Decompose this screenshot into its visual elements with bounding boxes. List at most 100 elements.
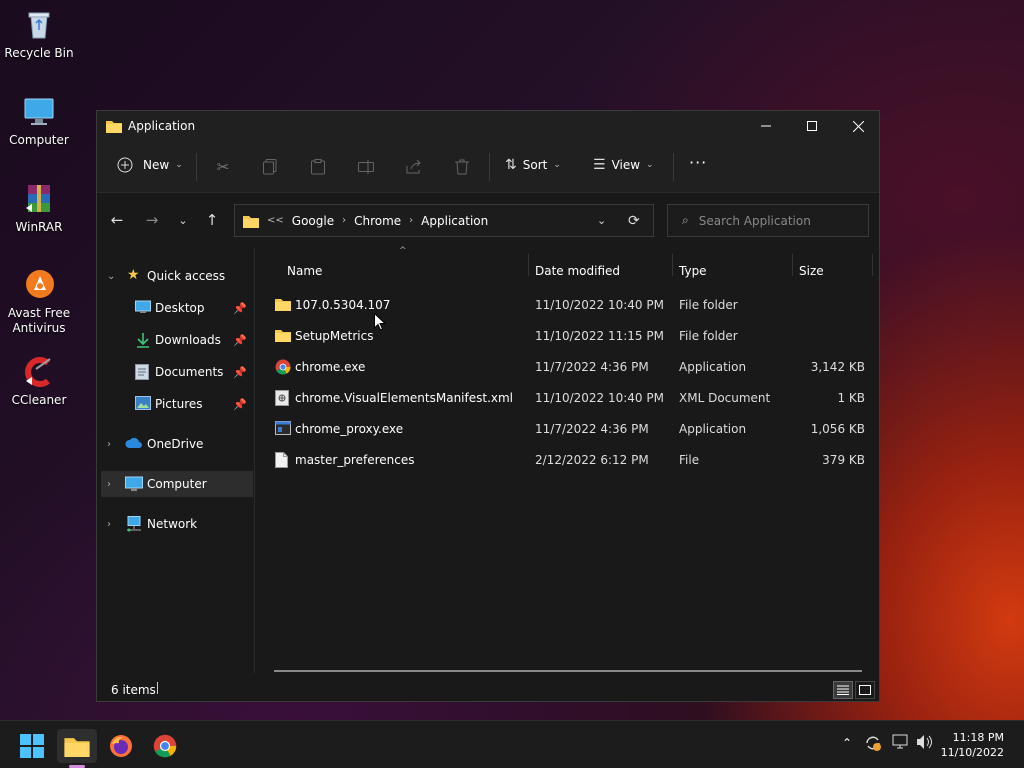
column-separator[interactable] xyxy=(528,254,529,276)
file-row[interactable]: chrome.exe 11/7/2022 4:36 PM Application… xyxy=(269,352,869,382)
file-row[interactable]: chrome.VisualElementsManifest.xml 11/10/… xyxy=(269,383,869,413)
file-name: chrome_proxy.exe xyxy=(295,422,404,436)
horizontal-scrollbar[interactable] xyxy=(274,670,862,672)
chevron-right-icon: › xyxy=(107,518,111,530)
back-button[interactable]: ← xyxy=(107,210,127,230)
sidebar-item-quick-access[interactable]: ⌄ ★ Quick access xyxy=(101,263,253,289)
file-date: 2/12/2022 6:12 PM xyxy=(535,453,649,467)
refresh-button[interactable]: ⟳ xyxy=(628,213,640,229)
column-header-date-modified[interactable]: Date modified xyxy=(535,264,620,278)
title-bar[interactable]: Application xyxy=(97,111,879,141)
pin-icon: 📌 xyxy=(233,397,247,411)
folder-icon xyxy=(275,328,291,344)
avast-icon xyxy=(22,268,56,302)
search-box[interactable]: ⌕ Search Application xyxy=(667,204,869,237)
chevron-right-icon: › xyxy=(409,215,414,226)
file-size: 1 KB xyxy=(837,391,865,405)
file-name: master_preferences xyxy=(295,453,415,467)
firefox-icon xyxy=(110,735,132,757)
minimize-button[interactable] xyxy=(743,111,789,141)
volume-icon[interactable] xyxy=(916,734,934,754)
network-status-icon[interactable] xyxy=(892,734,910,754)
sidebar-item-pictures[interactable]: Pictures 📌 xyxy=(101,391,253,417)
paste-icon[interactable] xyxy=(307,156,329,178)
winrar-icon xyxy=(22,182,56,216)
document-icon xyxy=(135,364,151,380)
update-icon[interactable] xyxy=(864,734,882,756)
sidebar-item-documents[interactable]: Documents 📌 xyxy=(101,359,253,385)
file-type: Application xyxy=(679,360,747,374)
address-history-button[interactable]: ⌄ xyxy=(597,214,606,227)
file-date: 11/10/2022 11:15 PM xyxy=(535,329,664,343)
computer-icon xyxy=(22,95,56,129)
sort-button[interactable]: ⇅ Sort ⌄ xyxy=(505,157,561,173)
arrow-left-icon: ← xyxy=(110,211,124,229)
rename-icon[interactable] xyxy=(355,156,377,178)
up-button[interactable]: ↑ xyxy=(202,210,222,230)
tiles-view-button[interactable] xyxy=(855,681,875,699)
file-row[interactable]: chrome_proxy.exe 11/7/2022 4:36 PM Appli… xyxy=(269,414,869,444)
desktop-icon-winrar[interactable]: WinRAR xyxy=(0,182,78,235)
column-header-type[interactable]: Type xyxy=(679,264,707,278)
column-separator[interactable] xyxy=(872,254,873,276)
taskbar-file-explorer[interactable] xyxy=(57,729,97,768)
column-header-name[interactable]: Name xyxy=(287,264,322,278)
file-date: 11/7/2022 4:36 PM xyxy=(535,360,649,374)
desktop-icon-recycle-bin[interactable]: Recycle Bin xyxy=(0,8,78,61)
toolbar-separator xyxy=(196,153,197,181)
start-button[interactable] xyxy=(12,729,52,763)
forward-button[interactable]: → xyxy=(142,210,162,230)
sync-warning-icon xyxy=(866,736,881,751)
column-header-size[interactable]: Size xyxy=(799,264,824,278)
delete-icon[interactable] xyxy=(451,156,473,178)
details-view-button[interactable] xyxy=(833,681,853,699)
ethernet-icon xyxy=(892,734,908,749)
arrow-up-icon: ↑ xyxy=(205,211,219,229)
taskbar-firefox[interactable] xyxy=(101,729,141,763)
sidebar-item-label: Pictures xyxy=(155,397,203,411)
view-button[interactable]: ☰ View ⌄ xyxy=(593,157,654,173)
share-icon[interactable] xyxy=(403,156,425,178)
recent-locations-button[interactable]: ⌄ xyxy=(173,210,193,230)
desktop-icon-label: Computer xyxy=(9,133,69,147)
file-row[interactable]: SetupMetrics 11/10/2022 11:15 PM File fo… xyxy=(269,321,869,351)
sidebar-item-label: Quick access xyxy=(147,269,226,283)
desktop-icon-ccleaner[interactable]: CCleaner xyxy=(0,355,78,408)
arrow-right-icon: → xyxy=(145,211,159,229)
cut-icon[interactable]: ✂ xyxy=(212,156,234,178)
sidebar-item-computer[interactable]: › Computer xyxy=(101,471,253,497)
plus-circle-icon xyxy=(117,157,133,173)
file-name: chrome.exe xyxy=(295,360,366,374)
taskbar-chrome[interactable] xyxy=(145,729,185,763)
file-type: Application xyxy=(679,422,747,436)
close-button[interactable] xyxy=(835,111,881,141)
breadcrumb-chrome[interactable]: Chrome xyxy=(354,214,401,228)
more-options-button[interactable]: ··· xyxy=(689,153,707,172)
sort-label: Sort xyxy=(522,158,548,172)
maximize-button[interactable] xyxy=(789,111,835,141)
chevron-down-icon: ⌄ xyxy=(107,270,116,282)
copy-icon[interactable] xyxy=(259,156,281,178)
sidebar-item-desktop[interactable]: Desktop 📌 xyxy=(101,295,253,321)
cloud-icon xyxy=(125,437,142,453)
file-row[interactable]: 107.0.5304.107 11/10/2022 10:40 PM File … xyxy=(269,290,869,320)
address-bar[interactable]: << Google › Chrome › Application ⌄ ⟳ xyxy=(234,204,654,237)
column-separator[interactable] xyxy=(792,254,793,276)
new-button[interactable]: New ⌄ xyxy=(117,157,183,173)
show-hidden-icons-button[interactable]: ⌃ xyxy=(842,736,852,750)
file-name: chrome.VisualElementsManifest.xml xyxy=(295,391,514,405)
sidebar-item-downloads[interactable]: Downloads 📌 xyxy=(101,327,253,353)
system-clock[interactable]: 11:18 PM 11/10/2022 xyxy=(941,730,1004,760)
file-row[interactable]: master_preferences 2/12/2022 6:12 PM Fil… xyxy=(269,445,869,475)
sidebar-item-network[interactable]: › Network xyxy=(101,511,253,537)
desktop-icon-avast[interactable]: Avast Free Antivirus xyxy=(0,268,78,336)
breadcrumb-google[interactable]: Google xyxy=(292,214,334,228)
toolbar-separator xyxy=(489,153,490,181)
sidebar-item-onedrive[interactable]: › OneDrive xyxy=(101,431,253,457)
breadcrumb-overflow[interactable]: << xyxy=(267,215,284,226)
column-separator[interactable] xyxy=(672,254,673,276)
desktop-icon-computer[interactable]: Computer xyxy=(0,95,78,148)
file-type: File xyxy=(679,453,700,467)
folder-icon xyxy=(106,119,122,133)
breadcrumb-application[interactable]: Application xyxy=(421,214,488,228)
